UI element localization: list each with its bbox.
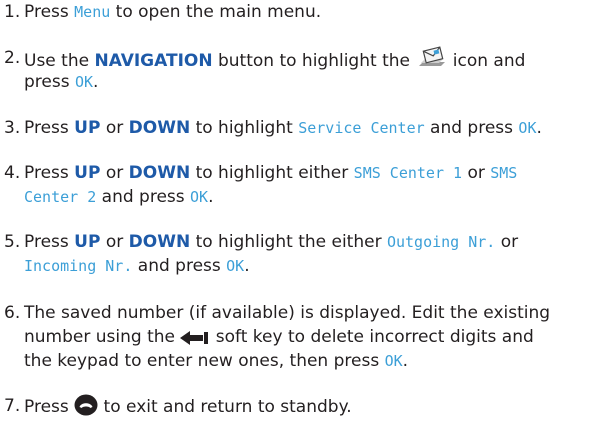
messages-envelope-icon — [415, 46, 447, 70]
ok-label: OK — [518, 119, 537, 137]
step-line: Press UP or DOWN to highlight the either… — [24, 232, 519, 252]
end-call-icon — [74, 394, 98, 416]
step-number: 7. — [4, 396, 21, 416]
step-number: 6. — [4, 303, 21, 323]
step-number: 2. — [4, 48, 21, 68]
step-line: Press to exit and return to standby. — [24, 394, 352, 419]
step-line: Incoming Nr. and press OK. — [24, 256, 250, 276]
down-keyword: DOWN — [128, 163, 191, 183]
up-keyword: UP — [74, 163, 101, 183]
service-center-label: Service Center — [298, 119, 425, 137]
step-line: Center 2 and press OK. — [24, 187, 214, 207]
step-line: Use the NAVIGATION button to highlight t… — [24, 46, 525, 73]
step-number: 3. — [4, 118, 21, 138]
step-number: 1. — [4, 2, 21, 22]
ok-label: OK — [190, 188, 209, 206]
outgoing-nr-label: Outgoing Nr. — [386, 233, 496, 251]
ok-label: OK — [384, 352, 403, 370]
step-line: Press Menu to open the main menu. — [24, 2, 322, 22]
step-line: Press UP or DOWN to highlight either SMS… — [24, 163, 518, 183]
ok-label: OK — [74, 73, 94, 91]
step-line: number using the soft key to delete inco… — [24, 327, 534, 347]
step-number: 4. — [4, 163, 21, 183]
ok-label: OK — [226, 257, 245, 275]
navigation-keyword: NAVIGATION — [94, 51, 213, 71]
step-line: press OK. — [24, 72, 99, 92]
down-keyword: DOWN — [128, 118, 191, 138]
sms-center-2-label: Center 2 — [24, 188, 97, 206]
sms-center-1-label: SMS Center 1 — [353, 164, 463, 182]
incoming-nr-label: Incoming Nr. — [24, 257, 133, 275]
step-number: 5. — [4, 232, 21, 252]
menu-label: Menu — [74, 3, 111, 21]
down-keyword: DOWN — [128, 232, 191, 252]
back-arrow-icon — [180, 330, 210, 346]
up-keyword: UP — [74, 232, 101, 252]
step-line: The saved number (if available) is displ… — [24, 303, 551, 323]
step-line: Press UP or DOWN to highlight Service Ce… — [24, 118, 542, 138]
step-line: the keypad to enter new ones, then press… — [24, 351, 409, 371]
sms-center-2-label: SMS — [490, 164, 518, 182]
up-keyword: UP — [74, 118, 101, 138]
